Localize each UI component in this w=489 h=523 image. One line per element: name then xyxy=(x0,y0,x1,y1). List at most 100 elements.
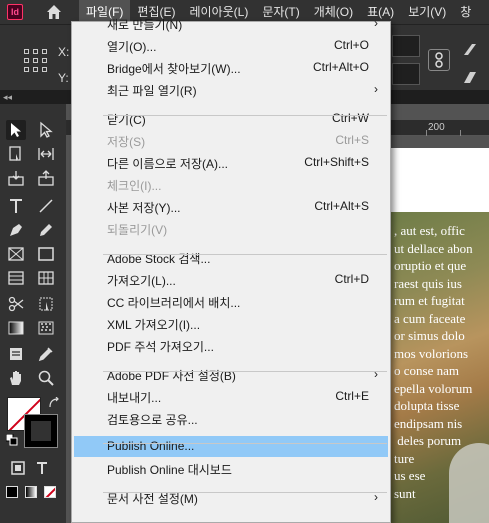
file-menu-item[interactable]: 문서 사전 설정(M) › xyxy=(74,487,388,508)
stroke-swatch[interactable] xyxy=(24,414,58,448)
menu-separator xyxy=(103,115,387,116)
file-menu-item[interactable]: CC 라이브러리에서 배치... xyxy=(74,291,388,312)
menu-item-shortcut: Ctrl+Alt+O xyxy=(312,60,369,74)
rectangle-frame-tool-icon[interactable] xyxy=(6,244,26,264)
menu-item-shortcut: Ctrl+S xyxy=(335,133,369,147)
menu-item-label: XML 가져오기(I)... xyxy=(107,318,201,332)
menu-item-label: 되돌리기(V) xyxy=(107,223,168,237)
menu-item-shortcut: Ctrl+O xyxy=(333,38,369,52)
file-menu: 새로 만들기(N) › 열기(O)... Ctrl+O Bridge에서 찾아보기(W)… xyxy=(71,16,391,523)
type-tool-icon[interactable] xyxy=(6,196,26,216)
menu-item-label: 최근 파일 열기(R) xyxy=(107,84,197,98)
file-menu-item[interactable]: 최근 파일 열기(R) › xyxy=(74,79,388,100)
horizontal-grid-tool-icon[interactable] xyxy=(6,268,26,288)
file-menu-item[interactable]: 검토용으로 공유... xyxy=(74,408,388,429)
menu-item-label: 가져오기(L)... xyxy=(107,274,176,288)
menu-item-label: 저장(S) xyxy=(107,135,146,149)
menu-item-label: 내보내기... xyxy=(107,391,162,405)
file-menu-item[interactable]: Adobe PDF 사전 설정(B) › xyxy=(74,364,388,385)
collapse-icon[interactable]: ◂◂ xyxy=(3,92,12,103)
file-menu-item: 저장(S) Ctrl+S xyxy=(74,130,388,151)
direct-selection-tool-icon[interactable] xyxy=(36,120,56,140)
file-menu-item[interactable]: Publish Online... xyxy=(74,436,388,457)
ruler-label: 200 xyxy=(428,122,445,133)
page-tool-icon[interactable] xyxy=(6,144,26,164)
menu-item-label: 사본 저장(Y)... xyxy=(107,201,181,215)
formatting-container-icon[interactable] xyxy=(8,458,28,478)
pencil-tool-icon[interactable] xyxy=(36,220,56,240)
menu-item-shortcut: Ctrl+E xyxy=(335,389,369,403)
submenu-arrow-icon: › xyxy=(374,16,378,30)
file-menu-item[interactable]: PDF 주석 가져오기... xyxy=(74,335,388,356)
menu-item-label: Bridge에서 찾아보기(W)... xyxy=(107,62,241,76)
file-menu-item: 체크인(I)... xyxy=(74,174,388,195)
gap-tool-icon[interactable] xyxy=(36,144,56,164)
width-field[interactable] xyxy=(392,35,420,57)
page-text-frame[interactable]: , aut est, offic ut dellace abon oruptio… xyxy=(394,222,489,502)
apply-color-icon[interactable] xyxy=(6,486,18,498)
line-tool-icon[interactable] xyxy=(36,196,56,216)
file-menu-item[interactable]: 열기(O)... Ctrl+O xyxy=(74,35,388,56)
default-fill-stroke-icon[interactable] xyxy=(5,433,18,446)
menu-item-label: 닫기(C) xyxy=(107,113,146,127)
formatting-text-icon[interactable] xyxy=(32,458,52,478)
reference-point-icon[interactable] xyxy=(24,49,48,73)
ruler-tick xyxy=(460,130,461,136)
content-collector-icon[interactable] xyxy=(6,168,26,188)
eyedropper-tool-icon[interactable] xyxy=(36,344,56,364)
menu-item-label: 다른 이름으로 저장(A)... xyxy=(107,157,228,171)
file-menu-item[interactable]: Bridge에서 찾아보기(W)... Ctrl+Alt+O xyxy=(74,57,388,78)
selection-tool-icon[interactable] xyxy=(6,120,26,140)
swap-fill-stroke-icon[interactable] xyxy=(48,396,60,409)
shear-angle-icon[interactable] xyxy=(462,69,478,85)
file-menu-item[interactable]: 사본 저장(Y)... Ctrl+Alt+S xyxy=(74,196,388,217)
file-menu-item[interactable]: Adobe Stock 검색... xyxy=(74,247,388,268)
file-menu-item[interactable]: 닫기(C) Ctrl+W xyxy=(74,108,388,129)
file-menu-item[interactable]: 다른 이름으로 저장(A)... Ctrl+Shift+S xyxy=(74,152,388,173)
rotate-angle-icon[interactable] xyxy=(462,41,478,57)
menu-item-label: 새로 만들기(N) xyxy=(107,18,183,32)
file-menu-item[interactable]: Publish Online 대시보드 xyxy=(74,458,388,479)
menu-item-label: Adobe Stock 검색... xyxy=(107,252,211,266)
gradient-feather-tool-icon[interactable] xyxy=(36,318,56,338)
scissors-tool-icon[interactable] xyxy=(6,294,26,314)
zoom-tool-icon[interactable] xyxy=(36,368,56,388)
submenu-arrow-icon: › xyxy=(374,82,378,96)
pen-tool-icon[interactable] xyxy=(6,220,26,240)
menu-item-label: Publish Online... xyxy=(107,439,195,453)
menu-item-label: Adobe PDF 사전 설정(B) xyxy=(107,369,236,383)
menu-separator xyxy=(103,492,387,493)
ruler-tick xyxy=(426,130,427,136)
hand-tool-icon[interactable] xyxy=(6,368,26,388)
free-transform-tool-icon[interactable] xyxy=(36,294,56,314)
menu-separator xyxy=(103,371,387,372)
apply-gradient-icon[interactable] xyxy=(25,486,37,498)
menu-item-shortcut: Ctrl+D xyxy=(334,272,369,286)
rectangle-tool-icon[interactable] xyxy=(36,244,56,264)
menu-item-shortcut: Ctrl+Shift+S xyxy=(304,155,369,169)
menu-item-label: Publish Online 대시보드 xyxy=(107,463,232,477)
file-menu-item[interactable]: 가져오기(L)... Ctrl+D xyxy=(74,269,388,290)
home-icon[interactable] xyxy=(45,3,63,21)
file-menu-item: 되돌리기(V) xyxy=(74,218,388,239)
apply-none-icon[interactable] xyxy=(44,486,56,498)
menu-item-label: CC 라이브러리에서 배치... xyxy=(107,296,241,310)
vertical-grid-tool-icon[interactable] xyxy=(36,268,56,288)
menu-item-label: 체크인(I)... xyxy=(107,179,162,193)
menu-separator xyxy=(103,254,387,255)
gradient-swatch-tool-icon[interactable] xyxy=(6,318,26,338)
content-placer-icon[interactable] xyxy=(36,168,56,188)
menu-item-label: 검토용으로 공유... xyxy=(107,413,198,427)
page-image[interactable]: , aut est, offic ut dellace abon oruptio… xyxy=(390,212,489,523)
note-tool-icon[interactable] xyxy=(6,344,26,364)
file-menu-item[interactable]: 새로 만들기(N) › xyxy=(74,13,388,34)
submenu-arrow-icon: › xyxy=(374,367,378,381)
height-field[interactable] xyxy=(392,63,420,85)
menu-6[interactable]: 보기(V) xyxy=(401,0,453,24)
file-menu-item[interactable]: XML 가져오기(I)... xyxy=(74,313,388,334)
menu-item-shortcut: Ctrl+W xyxy=(332,111,369,125)
menu-7[interactable]: 창 xyxy=(453,0,478,24)
file-menu-item[interactable]: 내보내기... Ctrl+E xyxy=(74,386,388,407)
menu-separator xyxy=(103,443,387,444)
constrain-proportions-icon[interactable] xyxy=(428,49,450,71)
